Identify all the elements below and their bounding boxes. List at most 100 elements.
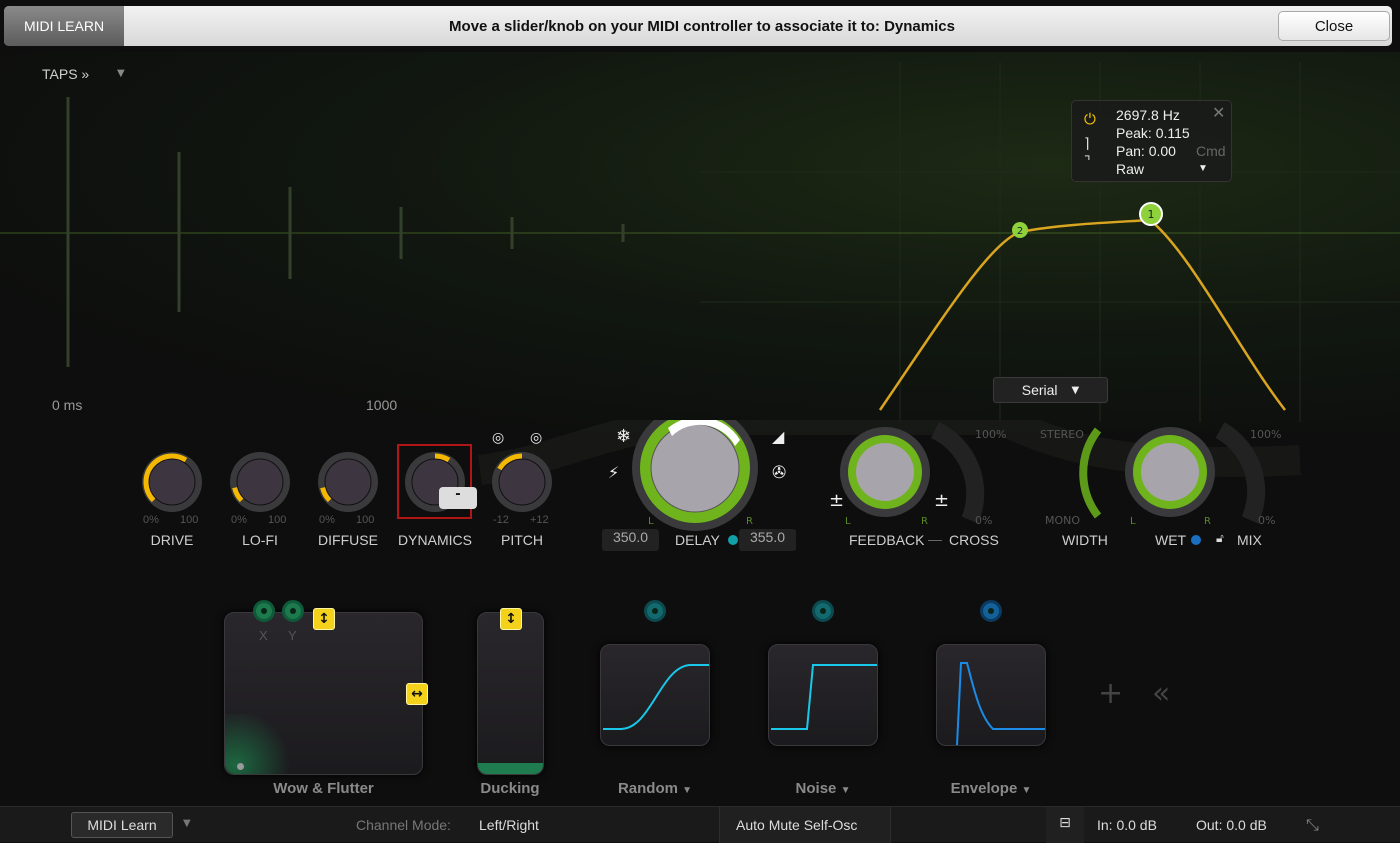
wow-flutter-xy-pad[interactable] xyxy=(224,612,423,775)
routing-select[interactable]: Serial ▼ xyxy=(993,377,1108,403)
midi-learn-bar: MIDI LEARN Move a slider/knob on your MI… xyxy=(0,0,1400,52)
feedback-label: FEEDBACK xyxy=(849,532,925,548)
eq-modifier-hint: Cmd xyxy=(1196,143,1226,159)
envelope-preview[interactable] xyxy=(936,644,1046,746)
auto-mute-label: Auto Mute Self-Osc xyxy=(736,817,858,833)
pitch-mode-icon-1[interactable]: ◎ xyxy=(492,430,504,446)
cross-max: 100% xyxy=(975,428,1006,441)
add-modulator-icon[interactable]: + xyxy=(1098,676,1123,711)
ducking-slider[interactable] xyxy=(477,612,544,775)
delay-l-label: L xyxy=(648,516,654,527)
eq-mode-select[interactable]: Raw xyxy=(1116,161,1144,177)
random-menu[interactable]: Random ▼ xyxy=(600,780,710,797)
width-top: STEREO xyxy=(1040,428,1084,441)
taps-menu[interactable]: TAPS » xyxy=(42,66,89,82)
taps-axis-start: 0 ms xyxy=(52,397,83,413)
cross-min: 0% xyxy=(975,514,992,527)
envelope-menu[interactable]: Envelope ▼ xyxy=(936,780,1046,797)
eq-peak[interactable]: Peak: 0.115 xyxy=(1116,125,1190,141)
x-label: X xyxy=(259,628,268,643)
wet-label: WET xyxy=(1155,532,1187,548)
collapse-modulators-icon[interactable]: « xyxy=(1152,676,1170,711)
eq-grid xyxy=(700,62,1400,422)
random-jack[interactable] xyxy=(644,600,666,622)
knob-max-label: +12 xyxy=(530,514,549,526)
lofi-knob[interactable] xyxy=(236,458,284,506)
midi-learn-toggle[interactable]: MIDI LEARN xyxy=(4,6,124,46)
knob-label: DYNAMICS xyxy=(398,532,472,548)
reel-icon[interactable]: ✇ xyxy=(772,463,786,483)
pitch-mode-icon-2[interactable]: ◎ xyxy=(530,430,542,446)
lock-icon[interactable]: 🔓︎ xyxy=(1216,531,1224,546)
knob-min-label: -12 xyxy=(493,514,509,526)
vertical-resize-icon[interactable]: ↕ xyxy=(313,608,335,630)
taps-axis-mid: 1000 xyxy=(366,397,398,413)
random-preview[interactable] xyxy=(600,644,710,746)
resize-icon[interactable]: ⤡ xyxy=(1306,815,1319,835)
eq-pan[interactable]: Pan: 0.00 xyxy=(1116,143,1176,159)
feedback-plus-minus-icon[interactable]: ± xyxy=(829,490,844,511)
drive-knob[interactable] xyxy=(148,458,196,506)
input-level[interactable]: In: 0.0 dB xyxy=(1097,817,1157,833)
feedback-cross-link[interactable] xyxy=(928,540,942,541)
midi-learn-dropdown-icon[interactable]: ▼ xyxy=(183,818,191,829)
tap-lines xyxy=(66,97,625,367)
y-label: Y xyxy=(288,628,297,643)
cross-label: CROSS xyxy=(949,532,999,548)
delay-right-value[interactable]: 355.0 xyxy=(739,529,796,551)
reverse-icon[interactable]: ⚡ xyxy=(608,463,619,482)
noise-preview[interactable] xyxy=(768,644,878,746)
delay-mod-dot[interactable] xyxy=(728,535,738,545)
noise-menu[interactable]: Noise ▼ xyxy=(768,780,878,797)
cross-plus-minus-icon[interactable]: ± xyxy=(934,490,949,511)
routing-value: Serial xyxy=(1021,382,1058,398)
output-level[interactable]: Out: 0.0 dB xyxy=(1196,817,1267,833)
freeze-icon[interactable]: ❄ xyxy=(616,426,631,447)
feedback-r-label: R xyxy=(921,516,928,527)
close-button[interactable]: Close xyxy=(1278,11,1390,41)
delay-r-label: R xyxy=(746,516,753,527)
channel-mode-select[interactable]: Left/Right xyxy=(479,817,539,833)
xy-pad-handle[interactable] xyxy=(237,763,244,770)
taps-dropdown-icon[interactable]: ▼ xyxy=(117,68,125,79)
feedback-knob[interactable] xyxy=(856,443,914,501)
wow-x-jack[interactable] xyxy=(253,600,275,622)
width-bottom: MONO xyxy=(1045,514,1080,527)
eq-freq[interactable]: 2697.8 Hz xyxy=(1116,107,1180,123)
slope-icon[interactable]: ⌝ xyxy=(1084,153,1091,170)
knob-min-label: 0% xyxy=(143,514,159,526)
eq-node-popup: ⏻ ⌉ ⌝ 2697.8 Hz Peak: 0.115 Pan: 0.00 Cm… xyxy=(1071,100,1232,182)
knob-max-label: 100 xyxy=(268,514,287,526)
wow-flutter-label[interactable]: Wow & Flutter xyxy=(224,780,423,797)
ducking-label[interactable]: Ducking xyxy=(470,780,550,797)
bypass-icon[interactable]: ⊟ xyxy=(1046,807,1084,843)
noise-jack[interactable] xyxy=(812,600,834,622)
wet-knob[interactable] xyxy=(1141,443,1199,501)
midi-learn-button[interactable]: MIDI Learn xyxy=(71,812,173,838)
chevron-down-icon: ▼ xyxy=(840,785,851,796)
horizontal-resize-icon[interactable]: ↔ xyxy=(406,683,428,705)
eq-node-2-label: 2 xyxy=(1017,226,1023,237)
chevron-down-icon: ▼ xyxy=(682,785,693,796)
close-icon[interactable]: ✕ xyxy=(1212,103,1225,123)
filter-shape-icon[interactable]: ⌉ xyxy=(1084,135,1089,152)
knob-max-label: 100 xyxy=(356,514,375,526)
wow-y-jack[interactable] xyxy=(282,600,304,622)
delay-knob[interactable] xyxy=(650,423,740,513)
width-label: WIDTH xyxy=(1062,532,1108,548)
knob-label: DRIVE xyxy=(150,532,194,548)
power-icon[interactable]: ⏻ xyxy=(1084,111,1096,128)
diffuse-knob[interactable] xyxy=(324,458,372,506)
pitch-knob[interactable] xyxy=(498,458,546,506)
chevron-down-icon: ▼ xyxy=(1021,785,1032,796)
channel-mode-label: Channel Mode: xyxy=(356,817,451,833)
knob-max-label: 100 xyxy=(180,514,199,526)
eq-mode-dropdown-icon[interactable]: ▼ xyxy=(1198,163,1208,174)
tape-icon[interactable]: ◢ xyxy=(772,427,785,446)
knob-min-label: 0% xyxy=(231,514,247,526)
envelope-jack[interactable] xyxy=(980,600,1002,622)
delay-left-value[interactable]: 350.0 xyxy=(602,529,659,551)
value-tooltip: - xyxy=(439,487,477,509)
ducking-resize-icon[interactable]: ↕ xyxy=(500,608,522,630)
wet-mod-dot[interactable] xyxy=(1191,535,1201,545)
